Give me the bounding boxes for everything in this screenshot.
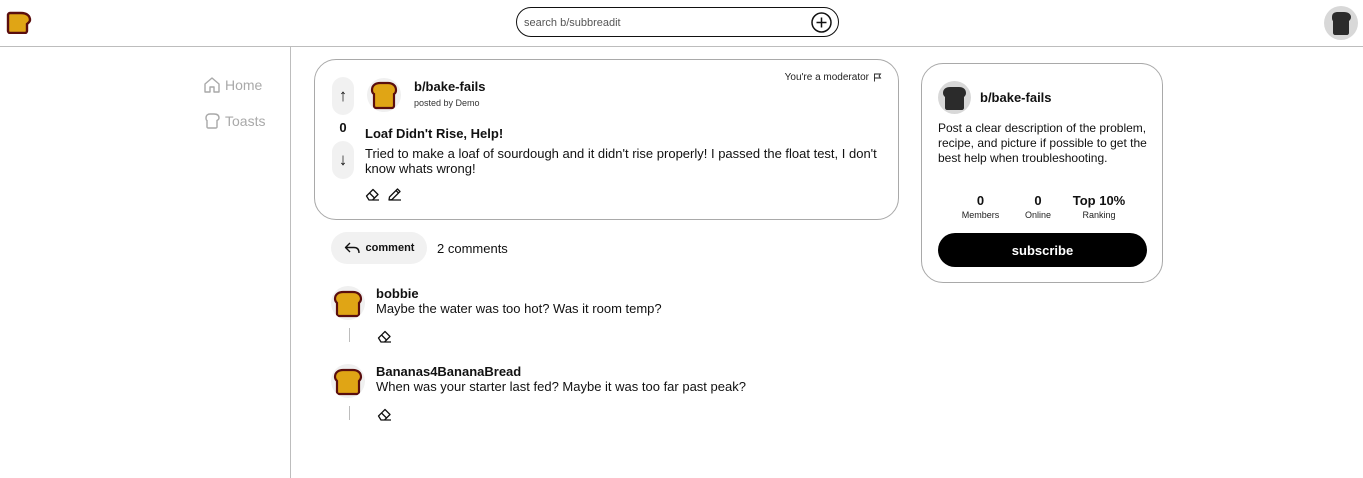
search-bar (516, 7, 839, 37)
community-avatar (938, 81, 971, 114)
search-input[interactable] (524, 14, 804, 32)
sidebar-item-label: Toasts (225, 113, 266, 129)
post-author: posted by Demo (414, 98, 480, 108)
stat-label: Online (1024, 210, 1051, 220)
top-bar (0, 0, 1363, 47)
thread-line (349, 328, 350, 342)
sidebar-item-home[interactable]: Home (203, 76, 262, 94)
subbreadit-avatar[interactable] (367, 78, 401, 112)
toast-icon (205, 113, 220, 129)
comment-button[interactable]: comment (331, 232, 427, 264)
pencil-icon[interactable] (387, 187, 402, 202)
reply-arrow-icon (344, 242, 360, 254)
stat-label: Ranking (1082, 210, 1116, 220)
stat-ranking: Top 10% Ranking (1068, 193, 1130, 220)
comment-count: 2 comments (437, 241, 508, 256)
sidebar-item-label: Home (225, 77, 263, 93)
flag-icon[interactable] (873, 73, 882, 82)
comment-author[interactable]: Bananas4BananaBread (376, 364, 521, 379)
stat-online: 0 Online (1017, 193, 1059, 220)
comment-item: bobbie Maybe the water was too hot? Was … (331, 286, 891, 356)
stat-members: 0 Members (953, 193, 1008, 220)
post-card: ↑ 0 ↓ b/bake-fails posted by Demo You're… (314, 59, 899, 220)
thread-line (349, 406, 350, 420)
comment-item: Bananas4BananaBread When was your starte… (331, 364, 891, 434)
eraser-icon[interactable] (377, 407, 392, 422)
comment-button-label: comment (365, 242, 415, 254)
comment-text: Maybe the water was too hot? Was it room… (376, 301, 662, 316)
subbreadit-name[interactable]: b/bake-fails (414, 79, 486, 94)
downvote-button[interactable]: ↓ (332, 141, 354, 179)
sidebar-item-toasts[interactable]: Toasts (203, 112, 265, 130)
moderator-text: You're a moderator (784, 72, 869, 83)
post-title: Loaf Didn't Rise, Help! (365, 126, 504, 141)
user-avatar[interactable] (1324, 6, 1358, 40)
community-description: Post a clear description of the problem,… (938, 121, 1147, 165)
vote-count: 0 (339, 120, 347, 135)
community-card: b/bake-fails Post a clear description of… (921, 63, 1163, 283)
logo-toast-icon[interactable] (6, 10, 32, 34)
up-arrow-icon: ↑ (338, 86, 348, 105)
subscribe-button[interactable]: subscribe (938, 233, 1147, 267)
comment-text: When was your starter last fed? Maybe it… (376, 379, 746, 394)
commenter-avatar[interactable] (331, 286, 365, 320)
stat-value: 0 (976, 193, 985, 208)
stat-label: Members (961, 210, 1000, 220)
eraser-icon[interactable] (377, 329, 392, 344)
post-actions (365, 187, 402, 202)
upvote-button[interactable]: ↑ (332, 77, 354, 115)
eraser-icon[interactable] (365, 187, 380, 202)
commenter-avatar[interactable] (331, 364, 365, 398)
create-post-plus-icon[interactable] (811, 12, 832, 33)
comment-author[interactable]: bobbie (376, 286, 419, 301)
home-icon (204, 77, 220, 93)
sidebar-divider (290, 47, 291, 478)
stat-value: 0 (1034, 193, 1042, 208)
down-arrow-icon: ↓ (338, 150, 348, 169)
post-body: Tried to make a loaf of sourdough and it… (365, 146, 877, 176)
stat-value: Top 10% (1072, 193, 1126, 208)
moderator-badge: You're a moderator (785, 72, 882, 83)
community-name: b/bake-fails (980, 90, 1052, 105)
